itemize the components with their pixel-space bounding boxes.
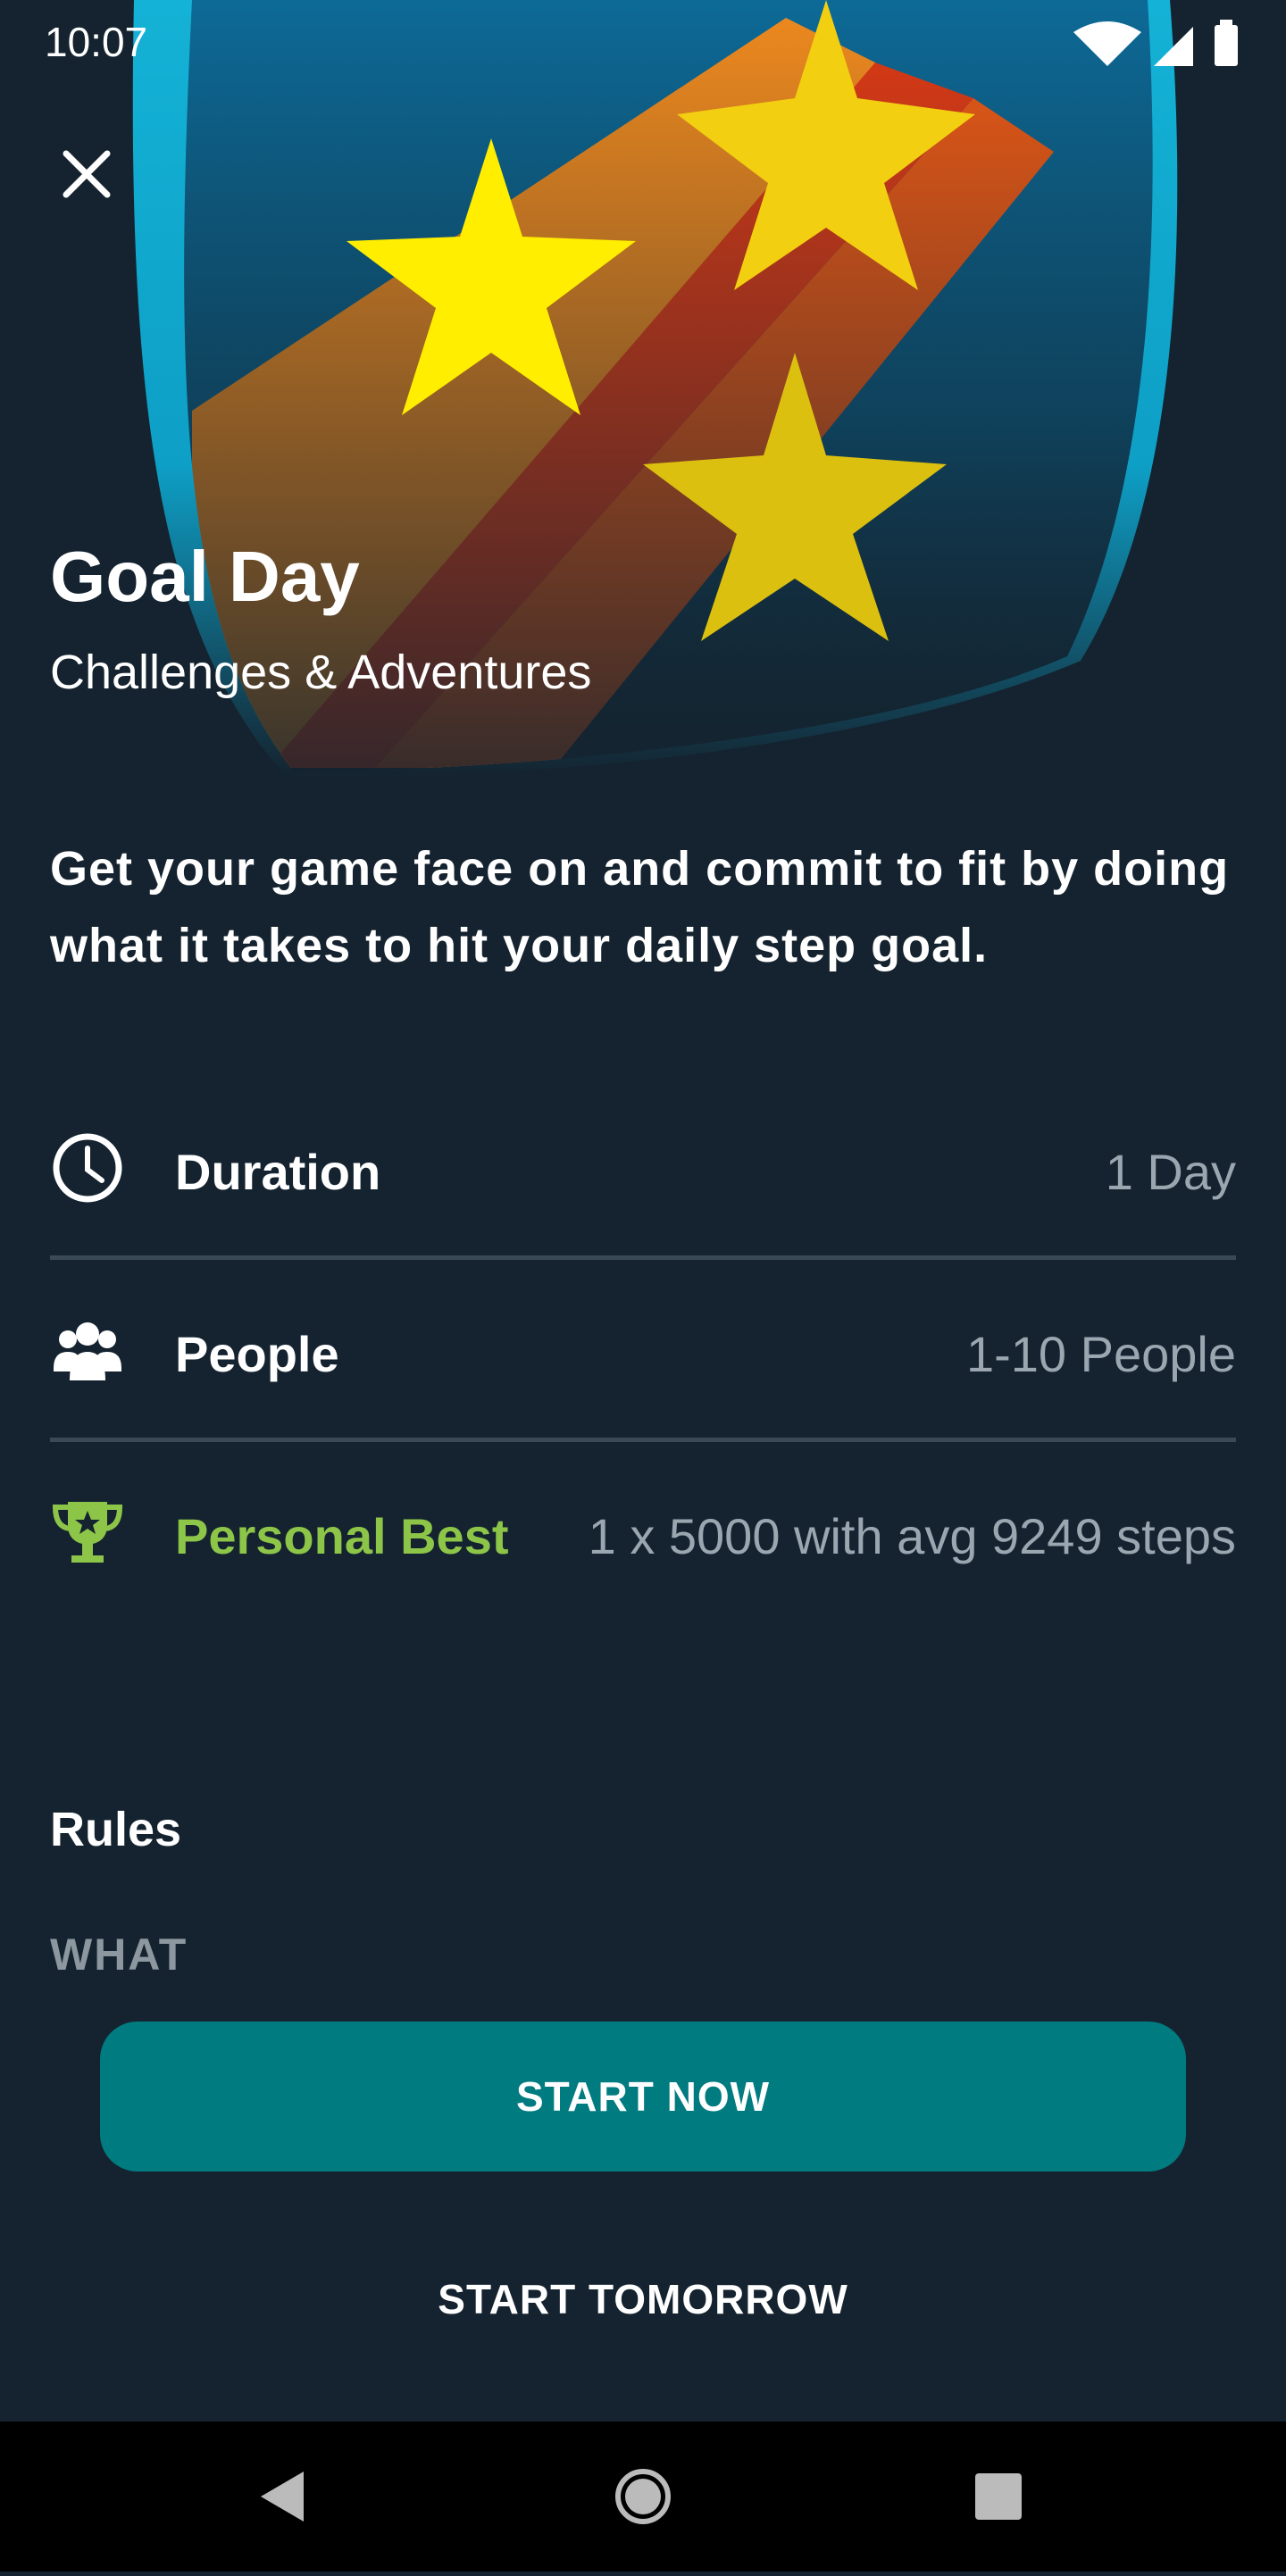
start-tomorrow-button[interactable]: START TOMORROW <box>100 2232 1186 2366</box>
personal-best-value: 1 x 5000 with avg 9249 steps <box>588 1508 1236 1564</box>
rules-heading: Rules <box>50 1803 182 1856</box>
page-title: Goal Day <box>50 537 360 616</box>
page-subtitle: Challenges & Adventures <box>50 646 592 699</box>
wifi-icon <box>1073 21 1141 66</box>
trophy-icon <box>50 1495 125 1570</box>
detail-row-personal-best: Personal Best 1 x 5000 with avg 9249 ste… <box>50 1443 1236 1621</box>
duration-label: Duration <box>175 1144 381 1200</box>
personal-best-label: Personal Best <box>175 1508 509 1564</box>
back-button[interactable] <box>243 2457 323 2538</box>
duration-value: 1 Day <box>1105 1144 1236 1200</box>
divider <box>50 1255 1236 1260</box>
people-value: 1-10 People <box>965 1326 1236 1382</box>
close-icon <box>63 150 111 198</box>
start-now-button[interactable]: START NOW <box>100 2022 1186 2172</box>
people-label: People <box>175 1326 339 1382</box>
recents-button[interactable] <box>958 2457 1039 2538</box>
status-time: 10:07 <box>45 19 148 65</box>
detail-row-people: People 1-10 People <box>50 1261 1236 1439</box>
home-button[interactable] <box>603 2457 683 2538</box>
clock-icon <box>50 1130 125 1205</box>
people-icon <box>50 1313 125 1388</box>
signal-icon <box>1154 27 1193 66</box>
detail-row-duration: Duration 1 Day <box>50 1079 1236 1257</box>
battery-icon <box>1215 25 1238 66</box>
challenge-description: Get your game face on and commit to fit … <box>50 842 1230 972</box>
status-icons <box>1072 20 1241 70</box>
close-button[interactable] <box>46 134 127 214</box>
divider <box>50 1438 1236 1442</box>
rules-what-label: WHAT <box>50 1930 188 1980</box>
